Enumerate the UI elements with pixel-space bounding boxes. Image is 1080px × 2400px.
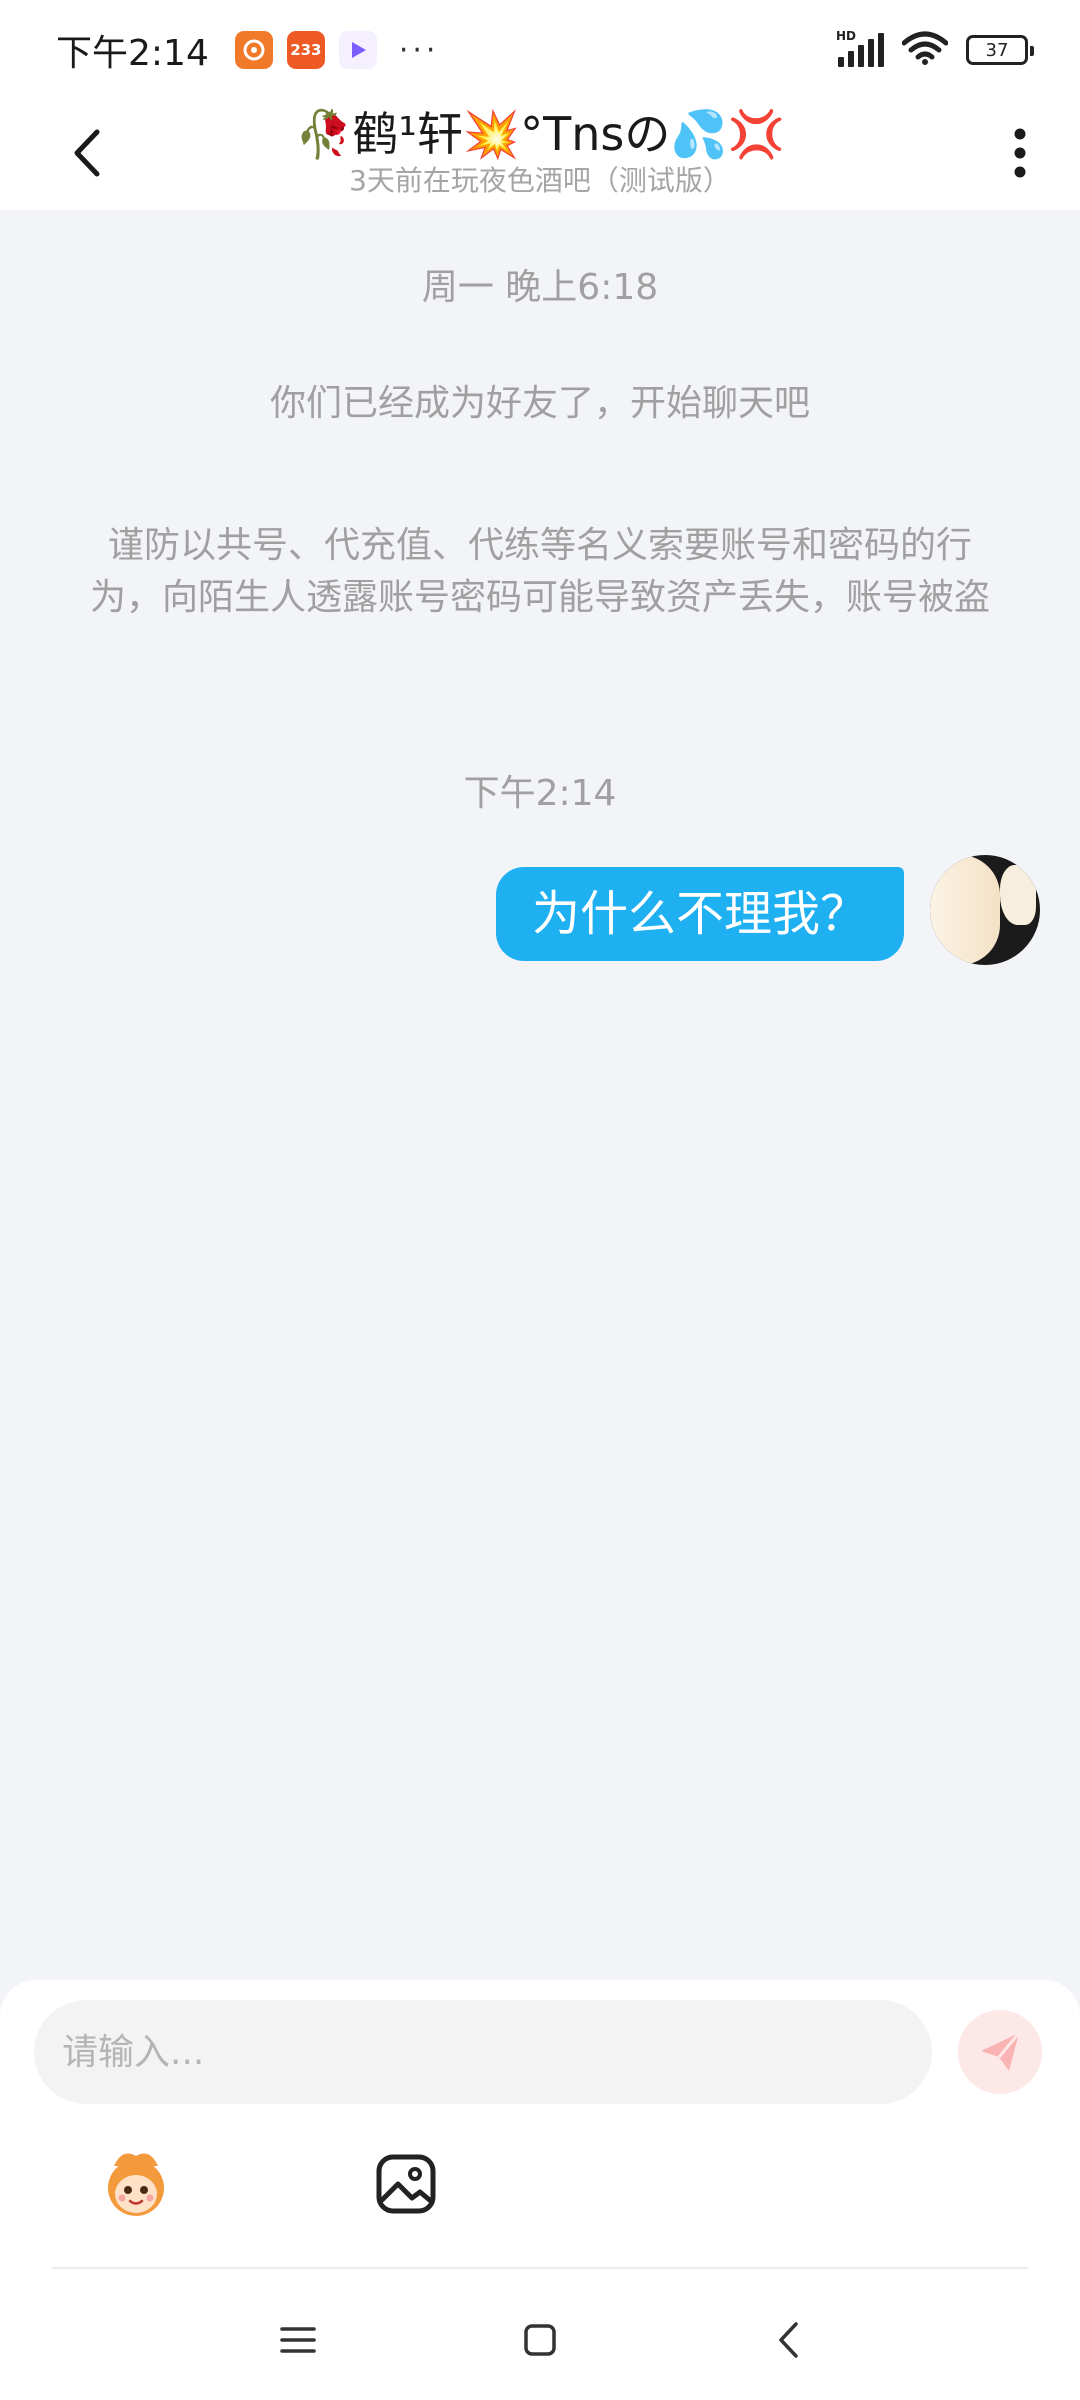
header-title-block: 🥀鹤¹轩💥°Tnsの💦💢 3天前在玩夜色酒吧（测试版） [180, 100, 900, 198]
chevron-left-icon [74, 129, 100, 177]
system-back-button[interactable] [748, 2300, 828, 2380]
my-avatar[interactable] [930, 855, 1040, 965]
chat-partner-name: 🥀鹤¹轩💥°Tnsの💦💢 [295, 107, 785, 161]
security-warning-notice: 谨防以共号、代充值、代练等名义索要账号和密码的行为，向陌生人透露账号密码可能导致… [90, 525, 991, 618]
sticker-button[interactable] [94, 2142, 178, 2226]
system-navigation-bar [0, 2270, 1080, 2400]
video-app-notification-icon [338, 31, 377, 69]
vertical-ellipsis-icon [1014, 128, 1026, 178]
recent-apps-button[interactable] [258, 2300, 338, 2380]
image-picker-button[interactable] [364, 2142, 448, 2226]
composer-panel [0, 1980, 1080, 2400]
send-button[interactable] [958, 2010, 1042, 2094]
message-row-outgoing: 为什么不理我？ [495, 855, 1040, 965]
battery-level: 37 [985, 39, 1009, 61]
status-bar: 下午2:14 233 ··· HD 37 [0, 0, 1080, 100]
home-button[interactable] [500, 2300, 580, 2380]
square-home-icon [524, 2324, 556, 2356]
friend-added-notice: 你们已经成为好友了，开始聊天吧 [269, 383, 810, 424]
chat-header: 🥀鹤¹轩💥°Tnsの💦💢 3天前在玩夜色酒吧（测试版） [0, 100, 1080, 210]
timestamp-divider: 周一 晚上6:18 [421, 267, 659, 308]
image-icon [376, 2154, 436, 2214]
status-time: 下午2:14 [56, 33, 209, 74]
chat-message-list[interactable]: 周一 晚上6:18 你们已经成为好友了，开始聊天吧 谨防以共号、代充值、代练等名… [0, 210, 1080, 1980]
wifi-icon [901, 31, 949, 69]
back-button[interactable] [56, 118, 116, 188]
hd-badge: HD [836, 29, 857, 43]
menu-icon [280, 2327, 316, 2353]
more-notifications-icon: ··· [398, 32, 440, 68]
cellular-signal-icon: HD [836, 29, 884, 67]
more-options-button[interactable] [1000, 118, 1040, 188]
battery-icon: 37 [966, 35, 1034, 65]
paper-plane-icon [981, 2032, 1021, 2071]
app-notification-icon [234, 31, 273, 69]
panel-divider [52, 2267, 1028, 2269]
mascot-sticker-icon [108, 2153, 164, 2216]
chat-partner-status: 3天前在玩夜色酒吧（测试版） [349, 164, 731, 197]
chevron-back-icon [779, 2322, 798, 2358]
timestamp-divider: 下午2:14 [463, 773, 617, 814]
game-233-notification-icon: 233 [286, 31, 325, 69]
message-bubble-outgoing[interactable]: 为什么不理我？ [495, 867, 904, 961]
message-input[interactable] [34, 2000, 932, 2104]
